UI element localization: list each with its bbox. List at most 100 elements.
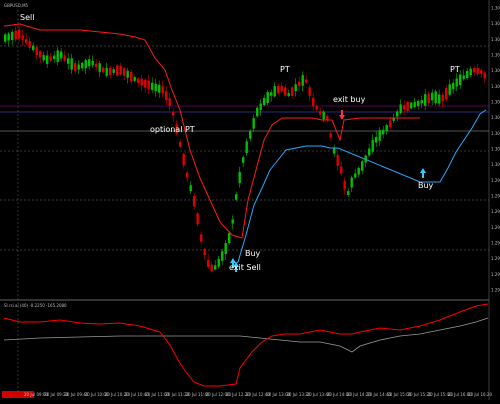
- price-axis-label: 1.29800: [491, 288, 500, 293]
- candle-body: [294, 84, 297, 92]
- candle-body: [273, 86, 276, 97]
- candle-body: [378, 130, 381, 141]
- candle-body: [319, 110, 322, 115]
- candle-body: [340, 166, 343, 174]
- candle-body: [126, 70, 129, 78]
- candle-body: [182, 153, 185, 166]
- price-axis-label: 1.30000: [491, 162, 500, 167]
- candle-body: [448, 84, 451, 95]
- candle-body: [133, 77, 136, 81]
- candle-body: [473, 68, 476, 73]
- candle-body: [413, 102, 416, 108]
- candle-body: [147, 80, 150, 90]
- candle-body: [32, 45, 35, 51]
- candle-body: [406, 101, 409, 111]
- candle-body: [84, 60, 87, 69]
- candle-body: [196, 213, 199, 225]
- candle-body: [410, 102, 413, 109]
- candle-body: [4, 34, 7, 42]
- annotation-label: exit buy: [333, 95, 366, 104]
- candle-body: [305, 79, 308, 83]
- price-axis-label: 1.30200: [491, 37, 500, 42]
- candle-body: [245, 141, 248, 153]
- indicator-signal-line: [3, 317, 489, 353]
- price-axis-label: 1.29975: [491, 178, 500, 183]
- candle-body: [28, 41, 31, 48]
- candle-body: [158, 84, 161, 93]
- candle-body: [301, 75, 304, 86]
- annotation-label: Buy: [418, 181, 434, 190]
- candle-body: [49, 56, 52, 61]
- candle-body: [165, 91, 168, 101]
- candle-body: [455, 78, 458, 87]
- candle-body: [151, 82, 154, 90]
- candle-body: [420, 100, 423, 104]
- candle-body: [102, 67, 105, 73]
- price-axis-label: 1.29900: [491, 225, 500, 230]
- candle-body: [105, 68, 108, 76]
- candle-body: [74, 63, 77, 72]
- candle-body: [203, 249, 206, 255]
- price-axis-label: 1.30250: [491, 6, 500, 11]
- candle-body: [389, 120, 392, 127]
- candle-body: [336, 154, 339, 166]
- candle-body: [445, 87, 448, 100]
- annotation-label: Buy: [245, 249, 261, 258]
- candle-body: [35, 47, 38, 56]
- price-axis-label: 1.29875: [491, 241, 500, 246]
- candle-body: [18, 29, 21, 39]
- candle-body: [168, 98, 171, 106]
- candle-body: [207, 259, 210, 267]
- candle-body: [308, 87, 311, 96]
- candle-body: [322, 111, 325, 120]
- candle-body: [81, 62, 84, 69]
- candle-body: [462, 75, 465, 79]
- candle-body: [228, 232, 231, 244]
- candle-body: [130, 71, 133, 82]
- annotation-label: exit Sell: [229, 263, 261, 272]
- indicator-main-line: [3, 303, 489, 387]
- buy-trailing-stop-line: [231, 109, 487, 269]
- candle-body: [263, 97, 266, 106]
- candle-body: [119, 65, 122, 75]
- candle-body: [476, 68, 479, 75]
- candle-body: [396, 111, 399, 117]
- candle-body: [53, 55, 56, 60]
- time-axis-label: 20 Jul 16:20: [468, 392, 492, 397]
- annotation-label: PT: [450, 65, 460, 74]
- price-axis-label: 1.30125: [491, 84, 500, 89]
- candle-body: [179, 141, 182, 147]
- chart-area[interactable]: GBPUSD,M5 Sl.rsi.ai (40) -0.2250 -165.20…: [0, 0, 500, 400]
- candle-body: [357, 167, 360, 175]
- candle-body: [427, 93, 430, 103]
- price-axis-label: 1.29950: [491, 194, 500, 199]
- candle-body: [95, 63, 98, 67]
- candle-body: [60, 51, 63, 59]
- candle-body: [14, 30, 17, 40]
- candle-body: [375, 136, 378, 143]
- candle-body: [424, 94, 427, 106]
- candle-body: [238, 171, 241, 184]
- candle-body: [270, 92, 273, 96]
- candle-body: [172, 112, 175, 116]
- candle-body: [480, 70, 483, 74]
- candle-body: [459, 74, 462, 86]
- price-chart[interactable]: GBPUSD,M5 Sl.rsi.ai (40) -0.2250 -165.20…: [0, 0, 500, 400]
- candle-body: [98, 63, 101, 73]
- candle-body: [221, 251, 224, 261]
- candle-body: [11, 31, 14, 41]
- annotation-label: optional PT: [150, 125, 195, 134]
- candle-body: [287, 93, 290, 97]
- candle-body: [452, 82, 455, 90]
- candle-body: [63, 55, 66, 61]
- price-axis-label: 1.30175: [491, 53, 500, 58]
- candle-body: [140, 78, 143, 86]
- candle-body: [347, 191, 350, 195]
- candle-body: [326, 116, 329, 120]
- candle-body: [77, 64, 80, 70]
- candle-body: [25, 38, 28, 44]
- candle-body: [39, 51, 42, 58]
- candle-body: [361, 161, 364, 171]
- candle-body: [189, 185, 192, 191]
- price-axis-label: 1.29850: [491, 256, 500, 261]
